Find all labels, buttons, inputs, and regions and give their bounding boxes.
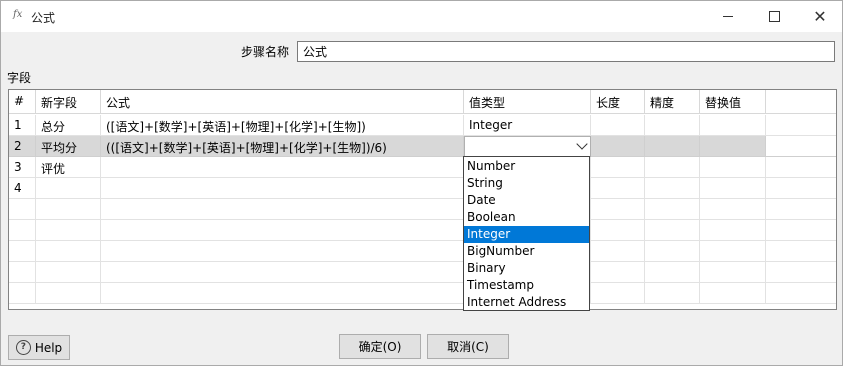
column-header-replace-value[interactable]: 替换值 xyxy=(700,90,766,114)
value-type-combo[interactable] xyxy=(464,136,591,157)
length-cell[interactable] xyxy=(591,115,645,136)
dropdown-option-bignumber[interactable]: BigNumber xyxy=(464,243,589,260)
maximize-button[interactable] xyxy=(751,1,797,32)
cancel-button[interactable]: 取消(C) xyxy=(427,334,509,359)
close-icon: ✕ xyxy=(813,7,827,26)
formula-cell[interactable] xyxy=(101,157,464,178)
formula-cell[interactable]: (([语文]+[数学]+[英语]+[物理]+[化学]+[生物])/6) xyxy=(101,136,464,157)
row-number: 2 xyxy=(9,136,36,157)
empty-table-row[interactable] xyxy=(9,241,836,262)
row-number: 4 xyxy=(9,178,36,199)
dropdown-option-boolean[interactable]: Boolean xyxy=(464,209,589,226)
chevron-down-icon[interactable] xyxy=(576,138,588,150)
dropdown-option-string[interactable]: String xyxy=(464,175,589,192)
title-bar: fx 公式 ✕ xyxy=(1,1,842,32)
minimize-icon xyxy=(723,16,733,17)
precision-cell[interactable] xyxy=(645,115,700,136)
filler-cell xyxy=(766,178,836,199)
step-name-label: 步骤名称 xyxy=(241,45,290,59)
formula-icon: fx xyxy=(13,9,23,20)
precision-cell[interactable] xyxy=(645,136,700,157)
step-name-input[interactable] xyxy=(297,41,835,62)
column-header-length[interactable]: 长度 xyxy=(591,90,645,114)
replace-value-cell[interactable] xyxy=(700,157,766,178)
length-cell[interactable] xyxy=(591,178,645,199)
column-header-value-type[interactable]: 值类型 xyxy=(464,90,591,114)
dropdown-option-internet-address[interactable]: Internet Address xyxy=(464,294,589,311)
column-header-filler xyxy=(766,90,836,114)
row-number: 1 xyxy=(9,115,36,136)
column-header-precision[interactable]: 精度 xyxy=(645,90,700,114)
column-header-new-field[interactable]: 新字段 xyxy=(36,90,101,114)
length-cell[interactable] xyxy=(591,136,645,157)
precision-cell[interactable] xyxy=(645,178,700,199)
replace-value-cell[interactable] xyxy=(700,115,766,136)
new-field-cell[interactable]: 评优 xyxy=(36,157,101,178)
table-row[interactable]: 3 评优 xyxy=(9,157,836,178)
precision-cell[interactable] xyxy=(645,157,700,178)
new-field-cell[interactable]: 总分 xyxy=(36,115,101,136)
help-button[interactable]: ? Help xyxy=(8,335,70,360)
table-row[interactable]: 4 xyxy=(9,178,836,199)
dropdown-option-binary[interactable]: Binary xyxy=(464,260,589,277)
table-row-selected[interactable]: 2 平均分 (([语文]+[数学]+[英语]+[物理]+[化学]+[生物])/6… xyxy=(9,136,836,157)
filler-cell xyxy=(766,157,836,178)
replace-value-cell[interactable] xyxy=(700,178,766,199)
filler-cell xyxy=(766,115,836,136)
new-field-cell[interactable] xyxy=(36,178,101,199)
close-button[interactable]: ✕ xyxy=(797,1,843,32)
replace-value-cell[interactable] xyxy=(700,136,766,157)
new-field-cell[interactable]: 平均分 xyxy=(36,136,101,157)
dropdown-option-timestamp[interactable]: Timestamp xyxy=(464,277,589,294)
empty-table-row[interactable] xyxy=(9,199,836,220)
empty-table-row[interactable] xyxy=(9,262,836,283)
length-cell[interactable] xyxy=(591,157,645,178)
window-title: 公式 xyxy=(31,11,56,25)
dropdown-option-integer[interactable]: Integer xyxy=(464,226,589,243)
formula-cell[interactable]: ([语文]+[数学]+[英语]+[物理]+[化学]+[生物]) xyxy=(101,115,464,136)
empty-table-row[interactable] xyxy=(9,220,836,241)
empty-table-row[interactable] xyxy=(9,283,836,304)
minimize-button[interactable] xyxy=(705,1,751,32)
row-number: 3 xyxy=(9,157,36,178)
column-header-formula[interactable]: 公式 xyxy=(101,90,464,114)
dropdown-option-date[interactable]: Date xyxy=(464,192,589,209)
value-type-cell[interactable]: Integer xyxy=(464,115,591,136)
fields-table: ^ # 新字段 公式 值类型 长度 精度 替换值 1 总分 ([语文]+[数学]… xyxy=(8,89,837,310)
help-icon: ? xyxy=(15,340,31,355)
maximize-icon xyxy=(768,11,780,22)
formula-cell[interactable] xyxy=(101,178,464,199)
column-header-number[interactable]: ^ # xyxy=(9,90,36,114)
table-row[interactable]: 1 总分 ([语文]+[数学]+[英语]+[物理]+[化学]+[生物]) Int… xyxy=(9,115,836,136)
ok-button[interactable]: 确定(O) xyxy=(339,334,421,359)
value-type-dropdown: Number String Date Boolean Integer BigNu… xyxy=(463,156,590,311)
dropdown-option-number[interactable]: Number xyxy=(464,158,589,175)
sort-caret-icon: ^ xyxy=(19,89,27,97)
fields-section-label: 字段 xyxy=(7,71,32,85)
filler-cell xyxy=(766,136,836,157)
